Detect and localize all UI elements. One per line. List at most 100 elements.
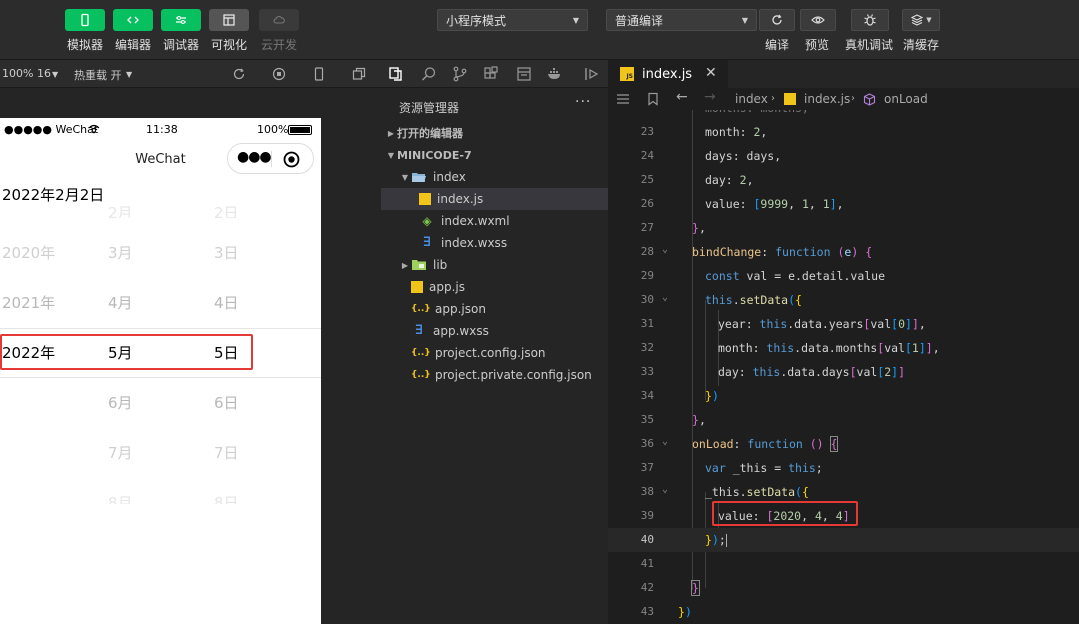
zoom-select[interactable]: 100% 16 <box>2 67 51 80</box>
file-tree-item[interactable]: ∃ app.wxss <box>381 320 608 342</box>
bookmark-icon[interactable] <box>646 92 660 106</box>
caret-down-icon: ▼ <box>572 15 579 25</box>
file-name: app.wxss <box>433 324 489 338</box>
line-number: 37 <box>640 461 654 474</box>
open-editors-section[interactable]: ▶ 打开的编辑器 <box>381 122 608 144</box>
picker-row[interactable]: 6月 6日 <box>0 392 321 416</box>
file-tree-item[interactable]: ▶ lib <box>381 254 608 276</box>
code-text: month: 2, <box>705 125 768 139</box>
docker-icon[interactable] <box>547 66 563 82</box>
real-device-debug-label: 真机调试 <box>845 38 894 52</box>
code-text: day: 2, <box>705 173 754 187</box>
simulator-panel: ●●●●● WeChat 11:38 100% WeChat ●●● 2022年… <box>0 88 381 624</box>
js-file-icon <box>784 93 796 105</box>
cloud-dev-button[interactable] <box>259 9 299 31</box>
editor-toggle-button[interactable] <box>113 9 153 31</box>
phone-screen[interactable]: ●●●●● WeChat 11:38 100% WeChat ●●● 2022年… <box>0 118 321 624</box>
forward-arrow-icon[interactable]: → <box>704 89 716 105</box>
folder-lib-icon <box>411 257 427 273</box>
real-device-debug-button[interactable] <box>851 9 889 31</box>
line-number: 33 <box>640 365 654 378</box>
more-dots-icon[interactable]: ●●● <box>237 149 272 165</box>
mode-select[interactable]: 小程序模式 ▼ <box>437 9 588 31</box>
compile-button[interactable] <box>759 9 795 31</box>
highlight-box <box>0 334 253 370</box>
breadcrumb-folder[interactable]: index <box>735 92 768 106</box>
css-file-icon: ∃ <box>414 323 424 338</box>
caret-down-icon[interactable]: ▼ <box>126 70 132 79</box>
file-tree-item[interactable]: ∃ index.wxss <box>381 232 608 254</box>
fold-chevron-icon[interactable]: ⌄ <box>662 244 668 255</box>
eye-icon <box>811 16 825 24</box>
back-arrow-icon[interactable]: ← <box>676 89 688 105</box>
picker-row[interactable]: 2021年 4月 4日 <box>0 292 321 316</box>
line-number: 28 <box>640 245 654 258</box>
code-line: 43 }) <box>608 600 1079 624</box>
debugger-toggle-button[interactable] <box>161 9 201 31</box>
fold-chevron-icon[interactable]: ⌄ <box>662 292 668 303</box>
simulator-label: 模拟器 <box>67 38 104 52</box>
breadcrumb-symbol[interactable]: onLoad <box>884 92 928 106</box>
tab-index-js[interactable]: JS index.js ✕ <box>608 60 728 88</box>
method-cube-icon <box>863 93 876 106</box>
visual-toggle-button[interactable] <box>209 9 249 31</box>
code-text: days: days, <box>705 149 782 163</box>
battery-icon <box>288 125 312 135</box>
file-name: app.js <box>429 280 465 294</box>
picker-row[interactable]: 2020年 3月 3日 <box>0 242 321 266</box>
code-editor[interactable]: months: months, 23 month: 2, 24 days: da… <box>608 110 1079 624</box>
line-number: 43 <box>640 605 654 618</box>
file-name: index <box>433 170 466 184</box>
capsule-menu[interactable]: ●●● <box>227 143 314 174</box>
picker-row[interactable]: 2月 2日 <box>0 206 321 218</box>
picker-row[interactable]: 7月 7日 <box>0 442 321 466</box>
search-icon[interactable] <box>421 66 437 82</box>
file-tree-item[interactable]: ◈ index.wxml <box>381 210 608 232</box>
activity-bar <box>381 60 608 88</box>
compile-mode-select[interactable]: 普通编译 ▼ <box>606 9 757 31</box>
simulator-toggle-button[interactable] <box>65 9 105 31</box>
close-target-icon[interactable] <box>283 151 300 168</box>
code-line: 30 ⌄ this.setData({ <box>608 288 1079 312</box>
code-line: 27 }, <box>608 216 1079 240</box>
code-text: onLoad: function () { <box>692 436 839 452</box>
phone-icon <box>81 13 89 27</box>
project-section[interactable]: ▼ MINICODE-7 <box>381 144 608 166</box>
phone-icon[interactable] <box>312 67 326 81</box>
code-text: year: this.data.years[val[0]], <box>718 317 926 331</box>
breadcrumb-file[interactable]: index.js <box>804 92 850 106</box>
line-number: 27 <box>640 221 654 234</box>
refresh-icon[interactable] <box>232 67 246 81</box>
file-tree-item[interactable]: {..} project.private.config.json <box>381 364 608 386</box>
picker-day: 4日 <box>214 294 239 312</box>
clear-cache-button[interactable]: ▼ <box>902 9 940 31</box>
file-tree-item[interactable]: ▼ index <box>381 166 608 188</box>
stop-icon[interactable] <box>272 67 286 81</box>
code-text: }); <box>705 533 727 547</box>
source-control-icon[interactable] <box>452 66 468 82</box>
caret-down-icon[interactable]: ▼ <box>52 70 58 79</box>
debugger-label: 调试器 <box>163 38 200 52</box>
preview-button[interactable] <box>800 9 836 31</box>
file-tree-item[interactable]: {..} project.config.json <box>381 342 608 364</box>
close-icon[interactable]: ✕ <box>705 65 717 81</box>
more-actions-icon[interactable]: ··· <box>575 94 591 110</box>
list-icon[interactable] <box>616 92 630 106</box>
extensions-icon[interactable] <box>483 66 499 82</box>
picker-row[interactable]: 8月 8日 <box>0 492 321 504</box>
picker-day: 3日 <box>214 244 239 262</box>
tab-label: index.js <box>642 66 693 82</box>
code-line: 25 day: 2, <box>608 168 1079 192</box>
file-tree-item[interactable]: {..} app.json <box>381 298 608 320</box>
detach-window-icon[interactable] <box>352 67 366 81</box>
js-file-icon: JS <box>620 67 634 81</box>
file-tree-item[interactable]: app.js <box>381 276 608 298</box>
debug-run-icon[interactable] <box>584 66 600 82</box>
fold-chevron-icon[interactable]: ⌄ <box>662 436 668 447</box>
files-icon[interactable] <box>388 66 404 82</box>
hot-reload-toggle[interactable]: 热重载 开 <box>74 67 122 83</box>
fold-chevron-icon[interactable]: ⌄ <box>662 484 668 495</box>
outline-icon[interactable] <box>516 66 532 82</box>
file-tree-item[interactable]: index.js <box>381 188 608 210</box>
status-bar: ●●●●● WeChat 11:38 100% <box>0 123 321 137</box>
